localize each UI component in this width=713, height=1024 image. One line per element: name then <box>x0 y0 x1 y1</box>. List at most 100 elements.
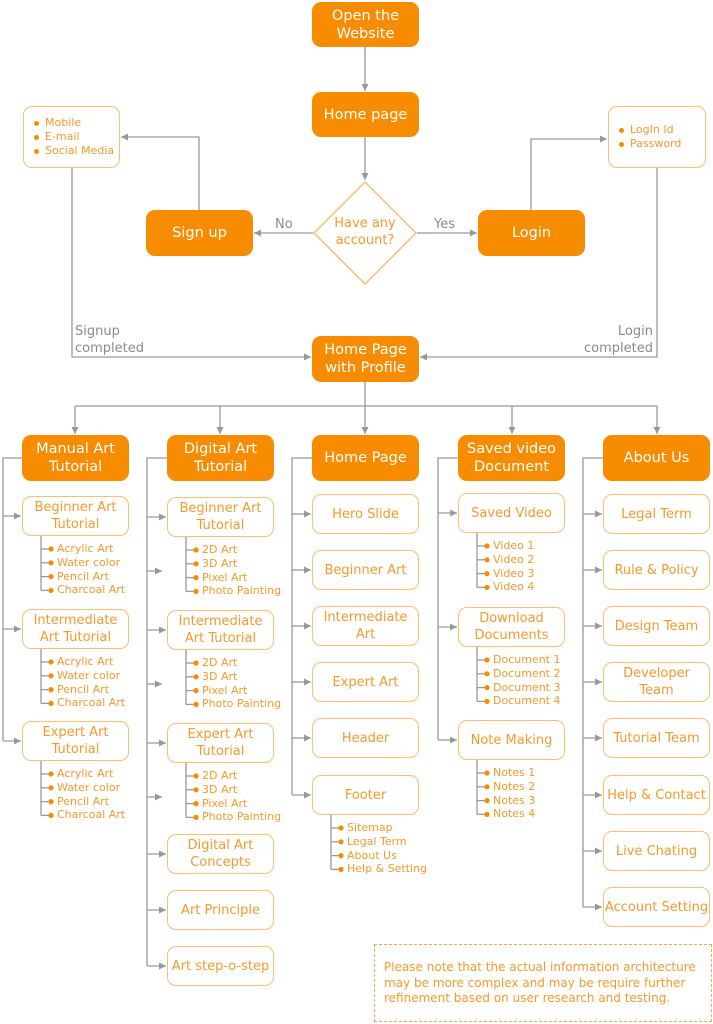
child-node[interactable]: Saved Video <box>458 493 565 533</box>
signup-option: Social Media <box>34 144 119 158</box>
bullet-dot <box>484 657 490 663</box>
bullet-dot <box>338 853 344 859</box>
bullet-dot <box>193 773 199 779</box>
child-node[interactable]: Beginner Art <box>312 550 419 590</box>
list-item: Acrylic Art <box>57 767 114 780</box>
bullet-dot <box>484 811 490 818</box>
list-item: 2D Art <box>202 656 238 669</box>
child-node[interactable]: Expert Art Tutorial <box>167 723 274 763</box>
child-node[interactable]: Expert Art <box>312 662 419 702</box>
list-item: Pencil Art <box>57 569 109 583</box>
child-node[interactable]: Digital Art Concepts <box>167 834 274 874</box>
list-item: Photo Painting <box>202 697 282 711</box>
list-item: Pencil Art <box>57 794 109 808</box>
column-header-2[interactable]: Home Page <box>312 435 419 481</box>
bullet-dot <box>484 798 490 804</box>
bullet-dot <box>48 771 54 777</box>
bullet-dot <box>48 574 54 580</box>
child-node[interactable]: Intermediate Art Tutorial <box>22 609 129 649</box>
bullet-dot <box>484 571 490 577</box>
bullet-dot <box>193 588 199 595</box>
child-node[interactable]: Beginner Art Tutorial <box>167 497 274 537</box>
list-item: Notes 3 <box>493 793 536 807</box>
list-item: 3D Art <box>202 556 238 570</box>
child-node[interactable]: Footer <box>312 775 419 815</box>
list-item: Charcoal Art <box>57 583 126 597</box>
column-header-0[interactable]: Manual Art Tutorial <box>22 435 129 481</box>
login-node[interactable]: Login <box>478 210 585 256</box>
login-field: LogIn Id <box>619 123 705 137</box>
bullet-dot <box>193 801 199 807</box>
child-node[interactable]: Design Team <box>603 606 710 646</box>
child-node[interactable]: Intermediate Art Tutorial <box>167 610 274 650</box>
login-completed-label: Login completed <box>584 324 653 356</box>
child-node[interactable]: Note Making <box>458 720 565 760</box>
child-node[interactable]: Help & Contact <box>603 775 710 815</box>
child-node[interactable]: Intermediate Art <box>312 606 419 646</box>
column-header-4[interactable]: About Us <box>603 435 710 481</box>
list-item: 3D Art <box>202 782 238 796</box>
list-item: Photo Painting <box>202 810 282 824</box>
list-item: Document 4 <box>493 694 561 708</box>
bullet-dot <box>48 700 54 707</box>
list-item: Legal Term <box>347 834 407 848</box>
login-field: Password <box>619 137 705 151</box>
connector-line <box>2 457 22 741</box>
list-item: Photo Painting <box>202 584 282 598</box>
bullet-dot <box>48 546 54 552</box>
list-item: Video 3 <box>493 566 535 580</box>
list-item: Video 2 <box>493 552 535 566</box>
list-item: Document 3 <box>493 680 561 694</box>
bullet-dot <box>193 547 199 553</box>
bullet-dot <box>48 687 54 693</box>
list-item: Video 1 <box>493 539 535 552</box>
child-node[interactable]: Rule & Policy <box>603 550 710 590</box>
child-node[interactable]: Beginner Art Tutorial <box>22 496 129 536</box>
bullet-dot <box>193 814 199 821</box>
list-item: Notes 1 <box>493 766 536 779</box>
child-node[interactable]: Legal Term <box>603 494 710 534</box>
signup-completed-label: Signup completed <box>75 324 144 356</box>
child-node[interactable]: Hero Slide <box>312 494 419 534</box>
list-item: Pixel Art <box>202 683 248 697</box>
bullet-dot <box>48 812 54 819</box>
child-node[interactable]: Expert Art Tutorial <box>22 721 129 761</box>
list-item: 2D Art <box>202 543 238 556</box>
signup-node[interactable]: Sign up <box>146 210 253 256</box>
home-profile-node[interactable]: Home Page with Profile <box>312 336 419 382</box>
child-node[interactable]: Art Principle <box>167 890 274 930</box>
bullet-dot <box>338 866 344 873</box>
connector-line <box>437 457 458 740</box>
child-node[interactable]: Download Documents <box>458 607 565 647</box>
list-item: Pixel Art <box>202 796 248 810</box>
list-item: Water color <box>57 555 121 569</box>
column-header-3[interactable]: Saved video Document <box>458 435 565 481</box>
home-page-node[interactable]: Home page <box>312 92 419 137</box>
decision-text: Have any account? <box>334 216 396 248</box>
child-node[interactable]: Account Setting <box>603 887 710 927</box>
bullet-dot <box>338 825 344 831</box>
bullet-dot <box>193 660 199 666</box>
bullet-dot <box>484 543 490 549</box>
list-item: Video 4 <box>493 580 535 594</box>
signup-option: E-mail <box>34 130 119 144</box>
bullet-dot <box>48 587 54 594</box>
list-item: Document 2 <box>493 666 561 680</box>
child-node[interactable]: Live Chating <box>603 831 710 871</box>
column-header-1[interactable]: Digital Art Tutorial <box>167 435 274 481</box>
list-item: Sitemap <box>347 821 393 834</box>
no-label: No <box>275 217 293 232</box>
list-item: Acrylic Art <box>57 542 114 555</box>
bullet-dot <box>193 701 199 708</box>
child-node[interactable]: Tutorial Team <box>603 718 710 758</box>
bullet-dot <box>484 584 490 591</box>
list-item: Pencil Art <box>57 682 109 696</box>
connector-line <box>530 135 607 210</box>
child-node[interactable]: Art step-o-step <box>167 946 274 986</box>
list-item: Document 1 <box>493 653 561 666</box>
child-node[interactable]: Header <box>312 718 419 758</box>
login-fields-box: LogIn Id Password <box>608 106 706 168</box>
child-node[interactable]: Developer Team <box>603 662 710 702</box>
bullet-dot <box>193 674 199 680</box>
open-website-node[interactable]: Open the Website <box>312 2 419 47</box>
